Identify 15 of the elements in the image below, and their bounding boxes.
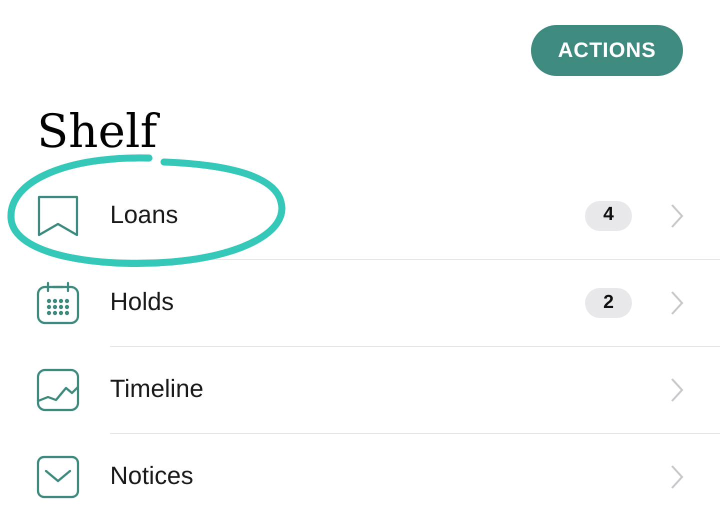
count-badge: 4 [585,200,632,230]
calendar-icon [34,280,80,326]
page-title: Shelf [37,108,720,154]
chevron-icon [670,290,684,316]
item-label[interactable]: Loans [110,196,585,234]
count-badge: 2 [585,288,632,318]
chart-icon [34,366,80,412]
item-label[interactable]: Notices [110,458,670,496]
chevron-icon [670,464,684,490]
item-label[interactable]: Timeline [110,371,670,409]
actions-button[interactable]: ACTIONS [530,25,683,76]
mail-icon [34,454,80,500]
chevron-icon [670,377,684,403]
chevron-icon [670,202,684,228]
item-label[interactable]: Holds [110,284,585,322]
